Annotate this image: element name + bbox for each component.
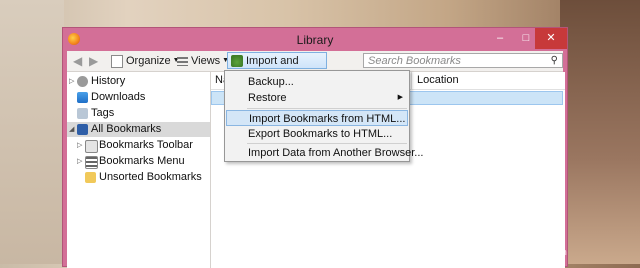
watermark-suffix: .vn bbox=[551, 248, 568, 258]
folder-icon bbox=[85, 172, 96, 183]
tree-item-downloads[interactable]: Downloads bbox=[67, 90, 210, 105]
bookmarks-star-icon bbox=[77, 124, 88, 135]
import-backup-dropdown-menu: Backup... Restore ▶ Import Bookmarks fro… bbox=[224, 70, 423, 162]
tree-item-bookmarks-menu[interactable]: ▷ Bookmarks Menu bbox=[67, 154, 210, 169]
tree-item-label: Tags bbox=[91, 107, 115, 119]
menu-item-label: Restore bbox=[248, 92, 287, 104]
close-button[interactable]: ✕ bbox=[535, 28, 567, 49]
tree-item-tags[interactable]: Tags bbox=[67, 106, 210, 121]
import-backup-icon bbox=[231, 55, 243, 68]
organize-button[interactable]: Organize▼ bbox=[111, 53, 180, 69]
sidebar-tree: ▷ History Downloads Tags ◢ All Bookmarks… bbox=[67, 72, 211, 268]
expand-arrow-icon[interactable]: ▷ bbox=[77, 154, 82, 169]
expand-arrow-icon[interactable]: ▷ bbox=[69, 74, 74, 89]
watermark-text: GENK bbox=[466, 232, 552, 262]
column-divider[interactable] bbox=[411, 72, 412, 89]
views-icon bbox=[177, 56, 188, 66]
desktop-background-right bbox=[560, 0, 640, 264]
tree-item-label: Bookmarks Toolbar bbox=[99, 139, 193, 151]
back-arrow-icon[interactable]: ◀ bbox=[73, 53, 87, 69]
tag-icon bbox=[77, 108, 88, 119]
menu-item-label: Export Bookmarks to HTML... bbox=[248, 128, 393, 140]
tree-item-label: Downloads bbox=[91, 91, 146, 103]
minimize-button[interactable]: – bbox=[487, 28, 513, 49]
tree-item-bookmarks-toolbar[interactable]: ▷ Bookmarks Toolbar bbox=[67, 138, 210, 153]
desktop-background-left bbox=[0, 0, 64, 264]
menu-item-export-bookmarks-html[interactable]: Export Bookmarks to HTML... bbox=[225, 126, 409, 142]
menu-item-import-bookmarks-html[interactable]: Import Bookmarks from HTML... bbox=[226, 110, 408, 126]
tree-item-label: History bbox=[91, 75, 126, 87]
expand-arrow-icon[interactable]: ▷ bbox=[77, 138, 82, 153]
menu-item-label: Import Bookmarks from HTML... bbox=[249, 113, 406, 125]
search-bookmarks-input[interactable]: Search Bookmarks ⚲ bbox=[363, 53, 563, 68]
collapse-arrow-icon[interactable]: ◢ bbox=[69, 122, 74, 137]
tree-item-all-bookmarks[interactable]: ◢ All Bookmarks bbox=[67, 122, 210, 137]
history-clock-icon bbox=[77, 76, 88, 87]
menu-item-import-from-browser[interactable]: Import Data from Another Browser... bbox=[225, 145, 423, 161]
menu-list-icon bbox=[85, 156, 98, 169]
menu-separator bbox=[247, 143, 407, 144]
import-and-backup-button[interactable]: Import and Backup▼ bbox=[227, 52, 327, 83]
menu-item-restore[interactable]: Restore ▶ bbox=[225, 90, 409, 106]
tree-item-unsorted-bookmarks[interactable]: Unsorted Bookmarks bbox=[67, 170, 210, 185]
menu-item-backup[interactable]: Backup... bbox=[225, 74, 409, 90]
column-header-location[interactable]: Location bbox=[417, 74, 459, 86]
tree-item-label: Bookmarks Menu bbox=[99, 155, 185, 167]
organize-icon bbox=[111, 54, 123, 68]
title-bar[interactable]: Library – □ ✕ bbox=[63, 28, 567, 51]
forward-arrow-icon[interactable]: ▶ bbox=[89, 53, 103, 69]
menu-separator bbox=[247, 108, 407, 109]
tree-item-history[interactable]: ▷ History bbox=[67, 74, 210, 89]
toolbar: ◀ ▶ Organize▼ Views▼ Import and Backup▼ … bbox=[67, 51, 563, 83]
tree-item-label: Unsorted Bookmarks bbox=[99, 171, 202, 183]
search-icon[interactable]: ⚲ bbox=[551, 55, 558, 66]
submenu-arrow-icon: ▶ bbox=[397, 94, 403, 101]
views-button[interactable]: Views ▼ bbox=[177, 53, 229, 69]
organize-label: Organize bbox=[126, 55, 171, 67]
search-placeholder: Search Bookmarks bbox=[368, 55, 461, 67]
toolbar-icon bbox=[85, 140, 98, 153]
genk-watermark-logo: GENK.vn bbox=[466, 232, 568, 262]
tree-item-label: All Bookmarks bbox=[91, 123, 162, 135]
menu-item-label: Backup... bbox=[248, 76, 294, 88]
menu-item-label: Import Data from Another Browser... bbox=[248, 147, 424, 159]
download-arrow-icon bbox=[77, 92, 88, 103]
views-label: Views bbox=[191, 55, 221, 67]
